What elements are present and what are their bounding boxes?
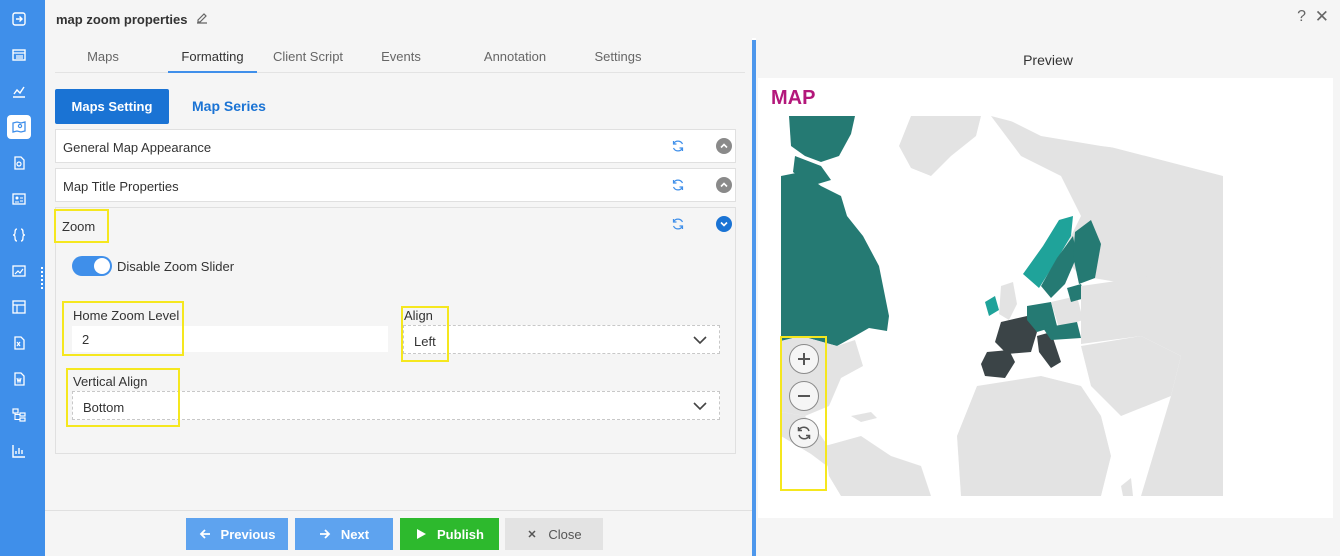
image-chart-icon[interactable]: [7, 259, 31, 283]
arrow-right-icon: [319, 529, 331, 539]
next-button[interactable]: Next: [295, 518, 393, 550]
map-region-caribbean: [851, 412, 877, 422]
footer-separator: [45, 510, 752, 511]
refresh-icon[interactable]: [671, 139, 685, 153]
plus-icon: [798, 353, 810, 365]
world-map[interactable]: [781, 116, 1223, 496]
preview-title: Preview: [1023, 52, 1073, 68]
tab-maps[interactable]: Maps: [75, 49, 131, 64]
map-region-canada-north: [789, 116, 855, 162]
help-icon[interactable]: ?: [1297, 8, 1306, 26]
app-window: map zoom properties ? ✕ Maps Formatting …: [0, 0, 1340, 556]
edit-icon[interactable]: [195, 11, 209, 25]
publish-label: Publish: [437, 526, 484, 542]
id-card-icon[interactable]: [7, 187, 31, 211]
chevron-up-icon[interactable]: [716, 138, 732, 154]
preview-panel: Preview MAP: [756, 38, 1340, 556]
accordion-general-map-appearance[interactable]: General Map Appearance: [55, 129, 736, 163]
zoom-in-button[interactable]: [789, 344, 819, 374]
tab-annotation[interactable]: Annotation: [475, 49, 555, 64]
close-button[interactable]: Close: [505, 518, 603, 550]
zoom-controls: [780, 336, 827, 491]
word-icon[interactable]: [7, 367, 31, 391]
map-region-south-america: [825, 436, 931, 496]
active-tab-indicator: [168, 71, 257, 73]
zoom-title-highlight: [54, 209, 109, 243]
map-icon[interactable]: [7, 115, 31, 139]
reset-icon: [797, 426, 811, 440]
align-highlight: [401, 306, 449, 362]
toggle-knob: [94, 258, 110, 274]
layout-icon[interactable]: [7, 295, 31, 319]
rail-resize-handle[interactable]: [40, 265, 44, 295]
refresh-icon[interactable]: [671, 178, 685, 192]
table-icon[interactable]: [7, 43, 31, 67]
hierarchy-icon[interactable]: [7, 403, 31, 427]
refresh-icon[interactable]: [671, 217, 685, 231]
home-zoom-highlight: [62, 301, 184, 356]
excel-icon[interactable]: [7, 331, 31, 355]
dialog-header: map zoom properties ? ✕: [45, 0, 1340, 38]
login-icon[interactable]: [7, 7, 31, 31]
disable-zoom-slider-toggle[interactable]: [72, 256, 112, 276]
tab-client-script[interactable]: Client Script: [263, 49, 353, 64]
zoom-reset-button[interactable]: [789, 418, 819, 448]
maps-setting-button[interactable]: Maps Setting: [55, 89, 169, 124]
vertical-align-highlight: [66, 368, 180, 427]
close-label: Close: [548, 526, 582, 542]
disable-zoom-slider-label: Disable Zoom Slider: [117, 259, 235, 274]
report-icon[interactable]: [7, 151, 31, 175]
accordion-map-title-properties[interactable]: Map Title Properties: [55, 168, 736, 202]
map-region-spain: [981, 350, 1015, 378]
previous-label: Previous: [220, 526, 276, 542]
accordion-label: Map Title Properties: [63, 179, 179, 194]
accordion-label: General Map Appearance: [63, 140, 212, 155]
map-region-canada: [781, 172, 889, 346]
left-rail: [0, 0, 45, 556]
map-title: MAP: [771, 87, 816, 109]
map-region-madagascar: [1121, 478, 1133, 496]
tab-formatting[interactable]: Formatting: [168, 49, 257, 64]
chevron-down-icon: [693, 402, 707, 411]
chart-icon[interactable]: [7, 79, 31, 103]
previous-button[interactable]: Previous: [186, 518, 288, 550]
map-series-tab[interactable]: Map Series: [192, 98, 266, 114]
close-icon: [528, 530, 536, 538]
align-select[interactable]: Left: [403, 325, 720, 354]
properties-panel: Maps Formatting Client Script Events Ann…: [45, 38, 752, 556]
next-label: Next: [340, 526, 370, 542]
page-title: map zoom properties: [56, 12, 188, 27]
chevron-down-icon: [693, 336, 707, 345]
publish-button[interactable]: Publish: [400, 518, 499, 550]
minus-icon: [798, 395, 810, 397]
analytics-icon[interactable]: [7, 439, 31, 463]
arrow-left-icon: [199, 529, 210, 539]
tab-events[interactable]: Events: [373, 49, 429, 64]
tab-settings[interactable]: Settings: [588, 49, 648, 64]
preview-canvas: MAP: [758, 78, 1333, 518]
chevron-down-icon[interactable]: [716, 216, 732, 232]
braces-icon[interactable]: [7, 223, 31, 247]
map-region-greenland: [899, 116, 981, 176]
accordion-zoom: Zoom Disable Zoom Slider Home Zoom Level…: [54, 207, 736, 454]
close-icon[interactable]: ✕: [1315, 7, 1329, 27]
chevron-up-icon[interactable]: [716, 177, 732, 193]
map-region-ireland: [985, 296, 999, 316]
tab-bar: Maps Formatting Client Script Events Ann…: [55, 38, 745, 73]
map-region-uk: [999, 282, 1017, 320]
map-region-africa: [957, 376, 1111, 496]
play-icon: [417, 529, 427, 539]
zoom-out-button[interactable]: [789, 381, 819, 411]
